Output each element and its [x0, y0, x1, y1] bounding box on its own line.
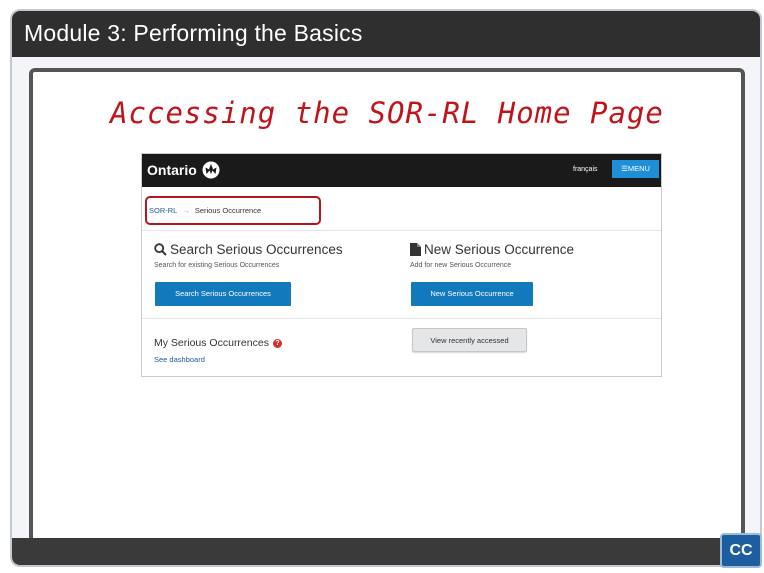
section-divider [142, 230, 661, 231]
slide-frame: Module 3: Performing the Basics Accessin… [10, 9, 762, 567]
slide-header: Module 3: Performing the Basics [12, 11, 760, 57]
new-card-title-text: New Serious Occurrence [424, 242, 575, 257]
document-icon [410, 243, 421, 256]
closed-captions-button[interactable]: CC [720, 533, 762, 568]
menu-button[interactable]: ☰MENU [612, 160, 659, 178]
trillium-icon [202, 161, 220, 179]
content-panel: Accessing the SOR-RL Home Page Ontario f… [29, 68, 745, 548]
new-occurrence-button[interactable]: New Serious Occurrence [411, 282, 533, 306]
language-toggle-link[interactable]: français [573, 166, 598, 173]
see-dashboard-link[interactable]: See dashboard [154, 355, 205, 364]
breadcrumb: SOR-RL → Serious Occurrence [145, 196, 321, 225]
new-card-description: Add for new Serious Occurrence [410, 262, 512, 269]
ontario-logo[interactable]: Ontario [147, 161, 220, 179]
brand-text: Ontario [147, 162, 197, 178]
section-divider [142, 318, 661, 319]
search-card-title-text: Search Serious Occurrences [170, 242, 343, 257]
search-card-title: Search Serious Occurrences [154, 242, 343, 257]
site-header: Ontario français ☰MENU [142, 154, 661, 187]
player-bottom-bar [12, 538, 760, 565]
web-screenshot: Ontario français ☰MENU SOR-RL → Serious … [141, 153, 662, 377]
search-icon [154, 243, 167, 256]
my-occurrences-title: My Serious Occurrences ? [154, 337, 282, 349]
breadcrumb-highlight [145, 196, 321, 225]
search-card-description: Search for existing Serious Occurrences [154, 262, 280, 269]
search-occurrences-button[interactable]: Search Serious Occurrences [155, 282, 291, 306]
view-recent-button[interactable]: View recently accessed [412, 328, 527, 352]
slide-title: Accessing the SOR-RL Home Page [110, 96, 664, 130]
help-icon[interactable]: ? [272, 338, 282, 348]
new-card-title: New Serious Occurrence [410, 242, 574, 257]
my-occurrences-title-text: My Serious Occurrences [154, 337, 269, 349]
